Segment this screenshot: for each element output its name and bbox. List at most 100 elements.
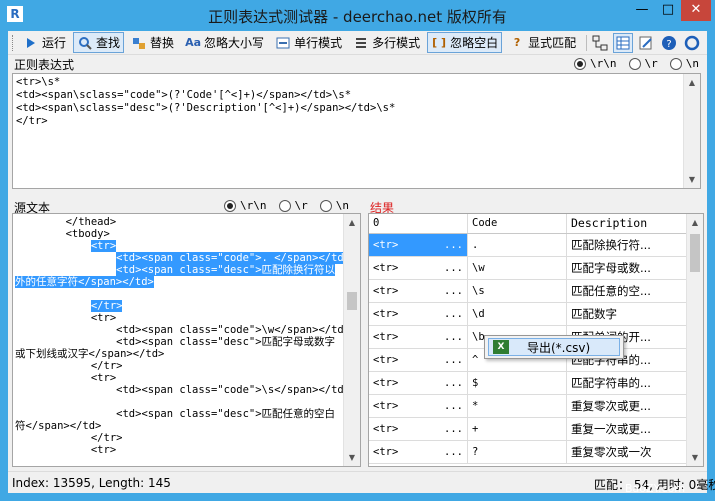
- match-cell[interactable]: <tr>...: [369, 303, 468, 325]
- match-cell[interactable]: <tr>...: [369, 349, 468, 371]
- match-ellipsis-button[interactable]: ...: [444, 418, 463, 440]
- source-line[interactable]: </tr>: [15, 432, 343, 444]
- source-line[interactable]: <tr>: [15, 372, 343, 384]
- regex-newline-lf[interactable]: \n: [669, 57, 699, 70]
- match-ellipsis-button[interactable]: ...: [444, 441, 463, 463]
- column-header-description[interactable]: Description: [567, 214, 687, 233]
- source-text-input[interactable]: </thead> <tbody> <tr> <td><span class="c…: [12, 213, 361, 467]
- description-cell[interactable]: 重复一次或更...: [567, 418, 687, 440]
- scroll-thumb[interactable]: [347, 292, 357, 310]
- results-scrollbar[interactable]: ▲ ▼: [686, 214, 703, 466]
- code-cell[interactable]: $: [468, 372, 567, 394]
- table-row[interactable]: <tr>... $ 匹配字符串的...: [369, 372, 687, 395]
- match-cell[interactable]: <tr>...: [369, 234, 468, 256]
- table-row[interactable]: <tr>.... 匹配除换行符...: [369, 234, 687, 257]
- source-line[interactable]: <td><span class="desc">匹配字母或数字: [15, 336, 343, 348]
- maximize-button[interactable]: □: [655, 0, 681, 21]
- regex-newline-cr[interactable]: \r: [628, 57, 658, 70]
- scroll-down-arrow-icon[interactable]: ▼: [344, 449, 360, 466]
- source-line[interactable]: [15, 288, 343, 300]
- source-newline-crlf[interactable]: \r\n: [224, 199, 267, 212]
- single-line-button[interactable]: 单行模式: [271, 32, 346, 53]
- code-cell[interactable]: *: [468, 395, 567, 417]
- source-text-lines[interactable]: </thead> <tbody> <tr> <td><span class="c…: [15, 216, 343, 456]
- regex-text[interactable]: <tr>\s* <td><span\sclass="code">(?'Code'…: [16, 76, 395, 128]
- table-row[interactable]: <tr>... * 重复零次或更...: [369, 395, 687, 418]
- code-cell[interactable]: \w: [468, 257, 567, 279]
- match-cell[interactable]: <tr>...: [369, 280, 468, 302]
- scroll-thumb[interactable]: [690, 234, 700, 272]
- column-header-0[interactable]: 0: [369, 214, 468, 233]
- source-line[interactable]: <tr>: [15, 444, 343, 456]
- close-button[interactable]: ✕: [681, 0, 711, 21]
- source-line[interactable]: </thead>: [15, 216, 343, 228]
- match-cell[interactable]: <tr>...: [369, 441, 468, 463]
- source-line[interactable]: <tr>: [15, 312, 343, 324]
- description-cell[interactable]: 匹配任意的空...: [567, 280, 687, 302]
- source-line[interactable]: <td><span class="code">. </span></td>: [15, 252, 343, 264]
- export-csv-menu-item[interactable]: X 导出(*.csv): [488, 338, 620, 356]
- regex-scrollbar[interactable]: ▲ ▼: [683, 74, 700, 188]
- table-row[interactable]: <tr>... \w 匹配字母或数...: [369, 257, 687, 280]
- source-line[interactable]: 符</span></td>: [15, 420, 343, 432]
- source-newline-cr[interactable]: \r: [278, 199, 308, 212]
- match-cell[interactable]: <tr>...: [369, 257, 468, 279]
- help-icon[interactable]: ?: [659, 33, 679, 53]
- table-row[interactable]: <tr>...? 重复零次或一次: [369, 441, 687, 464]
- multi-line-button[interactable]: 多行模式: [349, 32, 424, 53]
- ignore-case-button[interactable]: Aa 忽略大小写: [181, 32, 268, 53]
- description-cell[interactable]: 重复零次或更...: [567, 395, 687, 417]
- source-line[interactable]: </tr>: [15, 360, 343, 372]
- match-ellipsis-button[interactable]: ...: [444, 257, 463, 279]
- source-line[interactable]: <td><span class="desc">匹配任意的空白: [15, 408, 343, 420]
- description-cell[interactable]: 匹配字母或数...: [567, 257, 687, 279]
- source-line[interactable]: 或下划线或汉字</span></td>: [15, 348, 343, 360]
- source-line[interactable]: [15, 396, 343, 408]
- description-cell[interactable]: 匹配除换行符...: [567, 234, 687, 256]
- replace-button[interactable]: 替换: [127, 32, 178, 53]
- minimize-button[interactable]: —: [629, 0, 655, 21]
- regex-input[interactable]: <tr>\s* <td><span\sclass="code">(?'Code'…: [12, 73, 701, 189]
- code-cell[interactable]: +: [468, 418, 567, 440]
- match-ellipsis-button[interactable]: ...: [444, 326, 463, 348]
- scroll-down-arrow-icon[interactable]: ▼: [684, 171, 700, 188]
- description-cell[interactable]: 重复零次或一次: [567, 441, 687, 463]
- regex-newline-crlf[interactable]: \r\n: [574, 57, 617, 70]
- match-ellipsis-button[interactable]: ...: [444, 395, 463, 417]
- column-header-code[interactable]: Code: [468, 214, 567, 233]
- about-icon[interactable]: [682, 33, 702, 53]
- table-row[interactable]: <tr>... \s 匹配任意的空...: [369, 280, 687, 303]
- code-cell[interactable]: \s: [468, 280, 567, 302]
- match-ellipsis-button[interactable]: ...: [444, 280, 463, 302]
- tree-view-icon[interactable]: [590, 33, 610, 53]
- explicit-capture-button[interactable]: ? 显式匹配: [505, 32, 580, 53]
- code-cell[interactable]: ?: [468, 441, 567, 463]
- source-line[interactable]: <td><span class="code">\w</span></td>: [15, 324, 343, 336]
- match-ellipsis-button[interactable]: ...: [444, 349, 463, 371]
- source-line[interactable]: <tr>: [15, 240, 343, 252]
- match-cell[interactable]: <tr>...: [369, 418, 468, 440]
- scroll-up-arrow-icon[interactable]: ▲: [684, 74, 700, 91]
- scroll-up-arrow-icon[interactable]: ▲: [687, 214, 703, 231]
- match-ellipsis-button[interactable]: ...: [444, 372, 463, 394]
- code-cell[interactable]: .: [468, 234, 567, 256]
- run-button[interactable]: 运行: [19, 32, 70, 53]
- match-cell[interactable]: <tr>...: [369, 372, 468, 394]
- grid-view-icon[interactable]: [613, 32, 634, 53]
- match-ellipsis-button[interactable]: ...: [444, 234, 463, 256]
- source-line[interactable]: <td><span class="code">\s</span></td>: [15, 384, 343, 396]
- toolbar-grip[interactable]: [12, 34, 15, 51]
- find-button[interactable]: 查找: [73, 32, 125, 53]
- match-cell[interactable]: <tr>...: [369, 326, 468, 348]
- scroll-up-arrow-icon[interactable]: ▲: [344, 214, 360, 231]
- description-cell[interactable]: 匹配字符串的...: [567, 372, 687, 394]
- description-cell[interactable]: 匹配数字: [567, 303, 687, 325]
- match-ellipsis-button[interactable]: ...: [444, 303, 463, 325]
- code-cell[interactable]: \d: [468, 303, 567, 325]
- match-cell[interactable]: <tr>...: [369, 395, 468, 417]
- source-line[interactable]: <tbody>: [15, 228, 343, 240]
- source-line[interactable]: <td><span class="desc">匹配除换行符以: [15, 264, 343, 276]
- table-row[interactable]: <tr>... \d 匹配数字: [369, 303, 687, 326]
- source-line[interactable]: 外的任意字符</span></td>: [15, 276, 343, 288]
- scroll-down-arrow-icon[interactable]: ▼: [687, 449, 703, 466]
